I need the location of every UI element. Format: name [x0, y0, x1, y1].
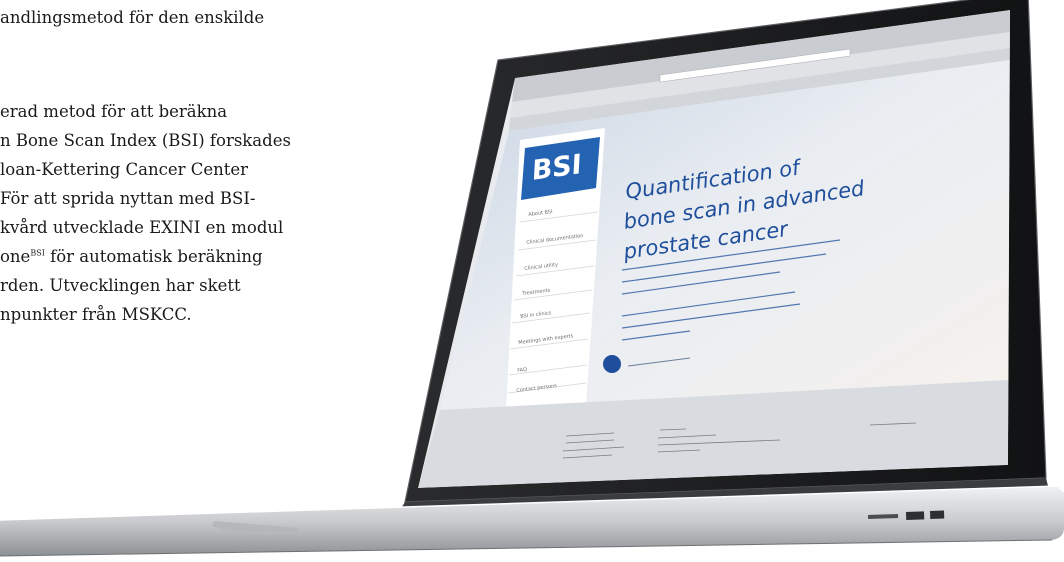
- laptop-illustration: [0, 0, 1064, 562]
- usb-port: [930, 510, 945, 519]
- hdmi-port: [906, 511, 925, 520]
- laptop-drawing: [0, 0, 1064, 557]
- read-more-button[interactable]: [603, 355, 621, 373]
